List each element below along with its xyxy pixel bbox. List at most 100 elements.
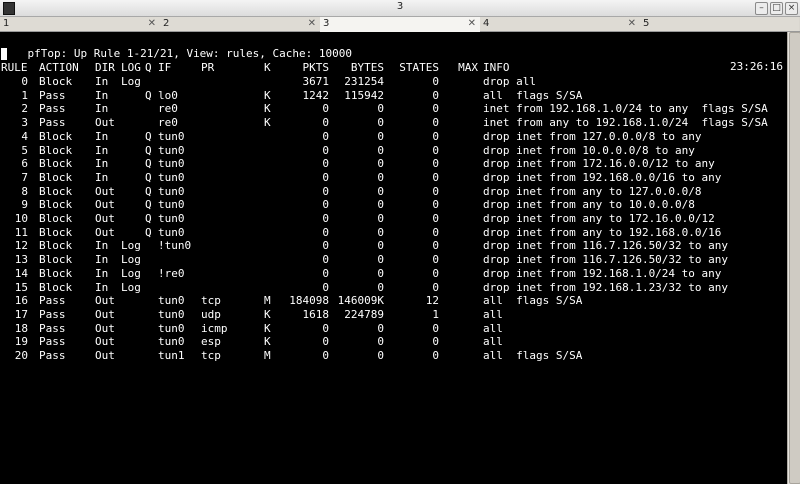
table-row: 20 Pass Out tun1 tcp M 0 0 0 all flags S/SA xyxy=(1,349,786,362)
cell-pkts: 0 xyxy=(322,253,329,267)
tab-3[interactable]: 3 ✕ xyxy=(320,17,481,32)
cell-pkts: 0 xyxy=(322,212,329,225)
cell-bytes: 0 xyxy=(377,129,384,143)
header-log: LOG xyxy=(121,61,141,74)
terminal-output[interactable]: pfTop: Up Rule 1-21/21, View: rules, Cac… xyxy=(0,32,787,484)
tab-2[interactable]: 2 ✕ xyxy=(160,17,321,31)
cell-bytes: 231254 xyxy=(344,75,384,88)
close-tab-icon[interactable]: ✕ xyxy=(628,17,636,31)
cell-rule: 4 xyxy=(21,129,28,143)
close-tab-icon[interactable]: ✕ xyxy=(468,17,476,31)
cell-pkts: 0 xyxy=(322,143,329,157)
table-row: 4 Block In Qtun0 0 0 0 drop inet from 127.0.0.0… xyxy=(1,130,786,143)
table-row: 15 Block In Log 0 0 0 drop inet from 192.168.1.… xyxy=(1,281,786,294)
cell-bytes: 0 xyxy=(377,184,384,198)
cell-action: Pass xyxy=(39,102,66,116)
cell-action: Block xyxy=(39,239,73,253)
window-titlebar: 3 – □ × xyxy=(0,0,800,17)
cell-bytes: 0 xyxy=(377,212,384,225)
cell-states: 0 xyxy=(432,157,439,171)
cell-info: all xyxy=(483,321,503,335)
table-row: 11 Block Out Qtun0 0 0 0 drop inet from any to … xyxy=(1,226,786,239)
cell-rule: 15 xyxy=(14,280,28,294)
cell-dir: Out xyxy=(95,116,115,130)
cell-info: all xyxy=(483,335,503,349)
table-row: 18 Pass Out tun0 icmp K 0 0 0 all xyxy=(1,322,786,335)
cell-dir: In xyxy=(95,75,109,88)
status-line: pfTop: Up Rule 1-21/21, View: rules, Cac… xyxy=(1,34,786,73)
header-k: K xyxy=(264,61,271,74)
cell-states: 0 xyxy=(432,75,439,88)
cell-dir: Out xyxy=(95,184,115,198)
header-bytes: BYTES xyxy=(350,61,384,74)
cell-bytes: 0 xyxy=(377,102,384,116)
cell-action: Pass xyxy=(39,294,66,308)
cell-bytes: 0 xyxy=(377,335,384,349)
cell-info: all flags S/SA xyxy=(483,349,583,362)
cell-states: 0 xyxy=(432,116,439,130)
cell-rule: 18 xyxy=(14,321,28,335)
close-window-button[interactable]: × xyxy=(785,2,798,15)
table-row: 14 Block In Log !re0 0 0 0 drop inet from 192.16… xyxy=(1,267,786,280)
cell-info: all flags S/SA xyxy=(483,294,583,308)
header-dir: DIR xyxy=(95,61,115,74)
cell-pkts: 184098 xyxy=(289,294,329,308)
table-row: 0 Block In Log 3671 231254 0 drop all xyxy=(1,75,786,88)
cell-bytes: 0 xyxy=(377,116,384,130)
table-row: 9 Block Out Qtun0 0 0 0 drop inet from any to 1… xyxy=(1,198,786,211)
table-row: 1 Pass In Qlo0 K 1242 115942 0 all flags S/SA xyxy=(1,89,786,102)
tab-1[interactable]: 1 ✕ xyxy=(0,17,161,31)
tab-bar: 1 ✕ 2 ✕ 3 ✕ 4 ✕ 5 xyxy=(0,17,800,32)
header-pkts: PKTS xyxy=(302,61,330,74)
cell-dir: In xyxy=(95,102,109,116)
cell-action: Pass xyxy=(39,88,66,102)
cell-pr: udp xyxy=(201,307,221,321)
cell-dir: In xyxy=(95,239,109,253)
scrollbar-thumb[interactable] xyxy=(789,32,800,484)
cell-if: tun0 xyxy=(158,129,185,143)
cell-action: Block xyxy=(39,212,73,225)
minimize-button[interactable]: – xyxy=(755,2,768,15)
cell-info: drop inet from any to 127.0.0.0/8 xyxy=(483,184,702,198)
cell-log: Log xyxy=(121,253,141,267)
close-tab-icon[interactable]: ✕ xyxy=(308,17,316,31)
cell-action: Block xyxy=(39,253,73,267)
cell-q: Q xyxy=(145,143,152,157)
cell-bytes: 0 xyxy=(377,349,384,362)
cell-states: 0 xyxy=(432,212,439,225)
table-row: 10 Block Out Qtun0 0 0 0 drop inet from any to … xyxy=(1,212,786,225)
cell-action: Pass xyxy=(39,116,66,130)
header-rule: RULE xyxy=(1,61,28,74)
tab-4[interactable]: 4 ✕ xyxy=(480,17,641,31)
terminal-scrollbar[interactable] xyxy=(787,32,800,484)
maximize-button[interactable]: □ xyxy=(770,2,783,15)
cell-info: drop inet from 172.16.0.0/12 to any xyxy=(483,157,715,171)
header-info: INFO xyxy=(483,61,510,74)
cell-pkts: 0 xyxy=(322,170,329,184)
cell-if: tun0 xyxy=(158,335,185,349)
cell-states: 0 xyxy=(432,280,439,294)
cell-log: Log xyxy=(121,75,141,88)
cell-rule: 1 xyxy=(21,88,28,102)
cell-action: Block xyxy=(39,129,73,143)
tab-5[interactable]: 5 xyxy=(640,17,799,31)
cell-info: all xyxy=(483,307,503,321)
cell-q: Q xyxy=(145,157,152,171)
cell-states: 12 xyxy=(425,294,439,308)
tab-label: 5 xyxy=(643,18,650,29)
table-row: 12 Block In Log !tun0 0 0 0 drop inet from 116.7… xyxy=(1,239,786,252)
cell-rule: 19 xyxy=(14,335,28,349)
cell-dir: In xyxy=(95,266,109,280)
cell-bytes: 0 xyxy=(377,157,384,171)
table-header: RULE ACTION DIR LOG Q IF PR K PKTS BYTES STATES MAX… xyxy=(1,61,786,74)
tab-label: 2 xyxy=(163,18,170,29)
cell-action: Block xyxy=(39,75,73,88)
cell-info: drop inet from 192.168.1.23/32 to any xyxy=(483,280,729,294)
terminal-cursor xyxy=(1,48,7,60)
close-tab-icon[interactable]: ✕ xyxy=(148,17,156,31)
cell-bytes: 0 xyxy=(377,266,384,280)
table-row: 17 Pass Out tun0 udp K 1618 224789 1 all xyxy=(1,308,786,321)
cell-pkts: 0 xyxy=(322,321,329,335)
cell-info: drop inet from 116.7.126.50/32 to any xyxy=(483,239,729,253)
table-row: 7 Block In Qtun0 0 0 0 drop inet from 192.168.0… xyxy=(1,171,786,184)
